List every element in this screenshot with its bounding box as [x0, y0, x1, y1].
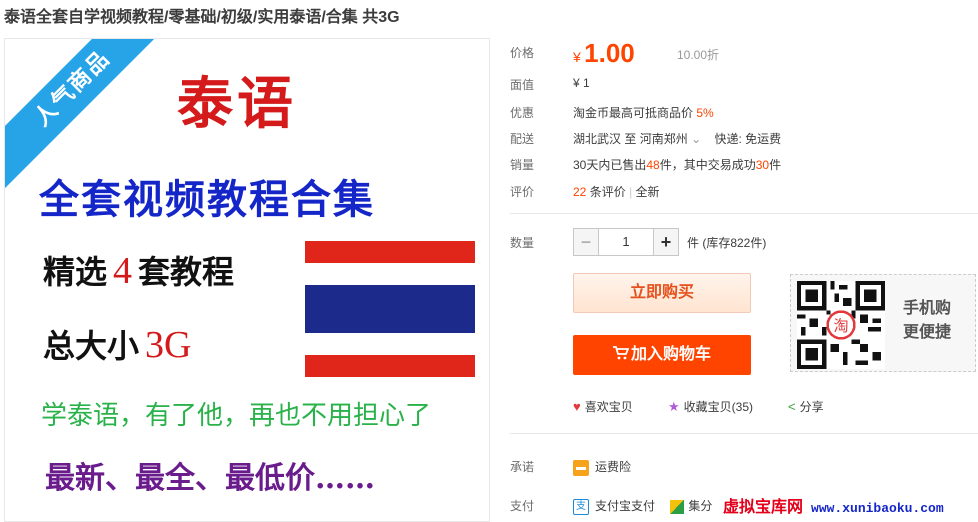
quantity-input[interactable]: 1	[599, 228, 653, 256]
jifen-icon	[670, 499, 685, 514]
share-icon: <	[788, 399, 796, 414]
promo-value[interactable]: 淘金币最高可抵商品价 5%	[573, 104, 714, 121]
poster-line-count: 精选 4 套教程	[43, 250, 235, 292]
promise-label: 承诺	[510, 460, 535, 474]
mobile-purchase-box[interactable]: 淘 手机购 更便捷	[790, 274, 976, 372]
face-value: ¥ 1	[573, 76, 590, 90]
success-count: 30	[755, 158, 770, 172]
chevron-down-icon: ⌄	[691, 132, 702, 146]
condition-new: 全新	[635, 185, 660, 199]
divider	[510, 433, 978, 434]
mobile-line-1: 手机购	[903, 300, 952, 317]
alipay-icon: 支	[573, 498, 589, 515]
divider	[510, 213, 978, 214]
poster-line-size: 总大小 3G	[43, 324, 192, 366]
price-label: 价格	[510, 46, 535, 60]
product-main-image[interactable]: 人气商品 泰语 全套视频教程合集 精选 4 套教程 总大小 3G 学泰语，有了他，再也…	[4, 38, 490, 522]
decrease-button[interactable]: −	[573, 228, 599, 256]
discount-text: 10.00折	[677, 48, 720, 62]
buy-now-button[interactable]: 立即购买	[573, 273, 751, 313]
mobile-line-2: 更便捷	[903, 324, 952, 341]
thai-flag-image	[305, 241, 475, 377]
poster-green-slogan: 学泰语，有了他，再也不用担心了	[41, 401, 432, 431]
svg-text:淘: 淘	[833, 317, 848, 335]
product-title: 泰语全套自学视频教程/零基础/初级/实用泰语/合集 共3G	[4, 9, 400, 26]
currency-symbol: ¥	[573, 49, 581, 65]
ship-to-select[interactable]: 河南郑州 ⌄	[640, 132, 701, 146]
pay-label: 支付	[510, 499, 535, 513]
price-value: 1.00	[584, 38, 635, 68]
ship-from: 湖北武汉	[573, 132, 622, 146]
review-link[interactable]: 22 条评价	[573, 185, 626, 199]
increase-button[interactable]: +	[653, 228, 679, 256]
jifen-option[interactable]: 集分	[670, 499, 712, 514]
favorite-button[interactable]: ★ 收藏宝贝(35)	[668, 398, 753, 415]
quantity-stepper: − 1 + 件 (库存822件)	[573, 228, 766, 256]
like-button[interactable]: ♥ 喜欢宝贝	[573, 398, 633, 415]
poster-headline: 泰语	[177, 71, 297, 137]
watermark: 虚拟宝库网 www.xunibaoku.com	[723, 493, 944, 517]
ship-label: 配送	[510, 132, 535, 146]
cart-icon	[612, 346, 630, 360]
sales-label: 销量	[510, 158, 535, 172]
face-label: 面值	[510, 78, 535, 92]
poster-purple-slogan: 最新、最全、最低价……	[45, 461, 375, 496]
qr-code-image: 淘	[797, 281, 885, 369]
ship-method: 快递: 免运费	[714, 132, 782, 146]
poster-subtitle: 全套视频教程合集	[39, 176, 375, 223]
add-to-cart-button[interactable]: 加入购物车	[573, 335, 751, 375]
quantity-label: 数量	[510, 236, 535, 250]
review-label: 评价	[510, 185, 535, 199]
heart-icon: ♥	[573, 399, 581, 414]
sales-count: 48	[646, 158, 660, 172]
stock-text: 件 (库存822件)	[687, 235, 767, 250]
share-button[interactable]: < 分享	[788, 398, 824, 415]
promo-label: 优惠	[510, 106, 535, 120]
truck-icon: ▬	[573, 459, 589, 476]
star-icon: ★	[668, 398, 680, 414]
freight-insurance[interactable]: ▬ 运费险	[573, 458, 631, 476]
alipay-option[interactable]: 支支付宝支付	[573, 498, 655, 515]
